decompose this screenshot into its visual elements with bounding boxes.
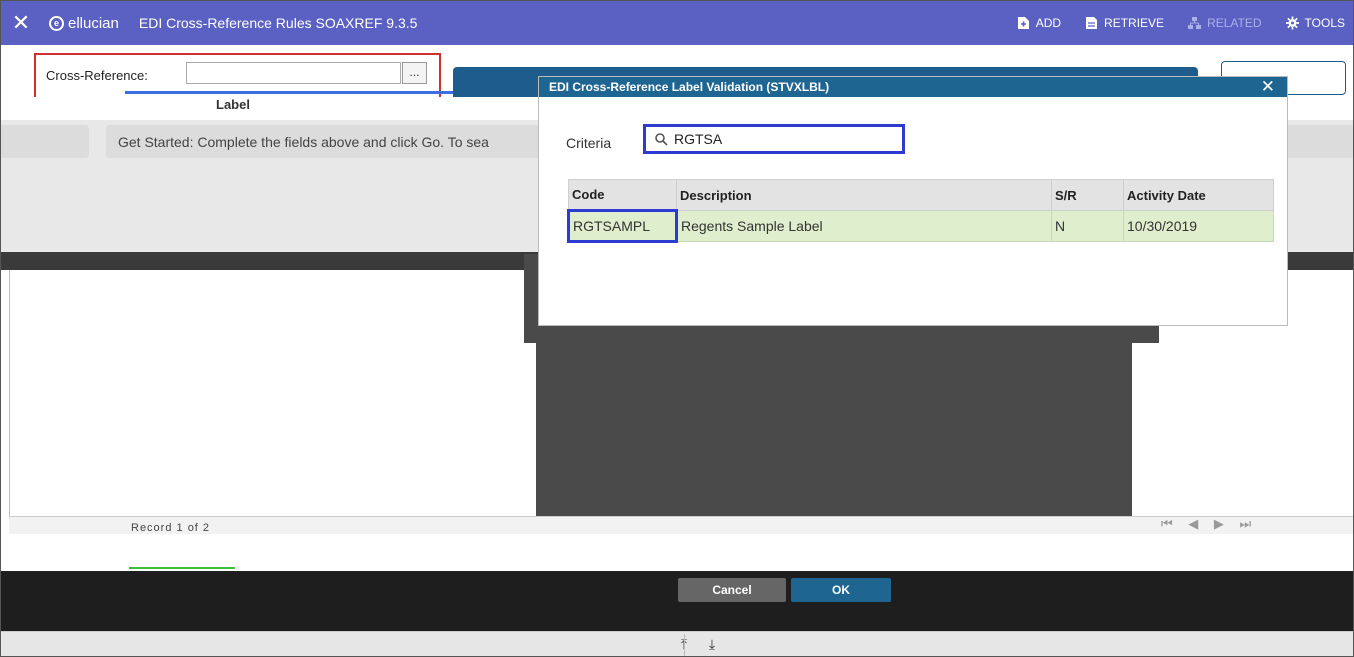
results-table: Code Description S/R Activity Date RGTSA… (567, 179, 1274, 243)
dialog-title: EDI Cross-Reference Label Validation (ST… (549, 80, 830, 94)
validation-dialog: EDI Cross-Reference Label Validation (ST… (538, 76, 1288, 326)
criteria-value: RGTSA (674, 131, 723, 147)
ellucian-logo: e ellucian (49, 15, 119, 32)
retrieve-label: RETRIEVE (1104, 16, 1165, 30)
tools-label: TOOLS (1304, 16, 1345, 30)
related-button[interactable]: RELATED (1188, 16, 1262, 30)
cell-sr[interactable]: N (1051, 210, 1124, 242)
brand-name: ellucian (68, 14, 119, 32)
cell-description[interactable]: Regents Sample Label (676, 210, 1052, 242)
related-icon (1188, 17, 1202, 29)
add-doc-icon (1017, 17, 1029, 29)
app-header: ✕ e ellucian EDI Cross-Reference Rules S… (1, 1, 1353, 45)
dialog-edge-right (1132, 343, 1159, 516)
banner-page: ✕ e ellucian EDI Cross-Reference Rules S… (0, 0, 1354, 657)
criteria-search-input[interactable]: RGTSA (643, 124, 905, 154)
close-icon[interactable]: ✕ (1, 1, 41, 45)
search-icon (655, 133, 668, 146)
notice-chip (1, 125, 89, 158)
ellucian-mark-icon: e (49, 15, 64, 31)
dialog-header: EDI Cross-Reference Label Validation (ST… (539, 77, 1287, 97)
tools-button[interactable]: TOOLS (1285, 16, 1345, 30)
table-row[interactable]: RGTSAMPL Regents Sample Label N 10/30/20… (567, 209, 1274, 243)
pagination-row (9, 516, 1353, 534)
add-label: ADD (1035, 16, 1062, 30)
retrieve-button[interactable]: RETRIEVE (1085, 16, 1164, 30)
table-header-row: Code Description S/R Activity Date (568, 179, 1274, 211)
retrieve-icon (1086, 17, 1098, 29)
gear-icon (1285, 16, 1299, 30)
col-activity-date[interactable]: Activity Date (1123, 179, 1274, 211)
cancel-button[interactable]: Cancel (678, 578, 786, 602)
page-title: EDI Cross-Reference Rules SOAXREF 9.3.5 (138, 15, 418, 31)
cell-code[interactable]: RGTSAMPL (567, 209, 678, 243)
record-count: Record 1 of 2 (131, 522, 211, 534)
last-record-icon[interactable]: ⤓ (703, 637, 721, 653)
label-column-header: Label (216, 97, 250, 112)
nav-separator (684, 634, 685, 656)
cross-reference-input[interactable] (186, 62, 401, 84)
col-sr[interactable]: S/R (1051, 179, 1124, 211)
col-code[interactable]: Code (568, 179, 677, 211)
pager-controls[interactable]: ⏮ ◀ ▶ ⏭ (1161, 516, 1257, 532)
lookup-button[interactable]: ... (402, 62, 427, 84)
cell-activity-date[interactable]: 10/30/2019 (1123, 210, 1274, 242)
progress-line (129, 567, 235, 569)
dialog-close-icon[interactable]: ✕ (1261, 77, 1275, 97)
ok-button[interactable]: OK (791, 578, 891, 602)
cross-reference-label: Cross-Reference: (46, 68, 148, 83)
toolbar-actions: ADD RETRIEVE RELATED TOOLS (1017, 1, 1353, 45)
related-label: RELATED (1207, 16, 1262, 30)
col-description[interactable]: Description (676, 179, 1052, 211)
criteria-label: Criteria (566, 135, 612, 151)
add-button[interactable]: ADD (1017, 16, 1061, 30)
dialog-edge-left (524, 343, 536, 516)
